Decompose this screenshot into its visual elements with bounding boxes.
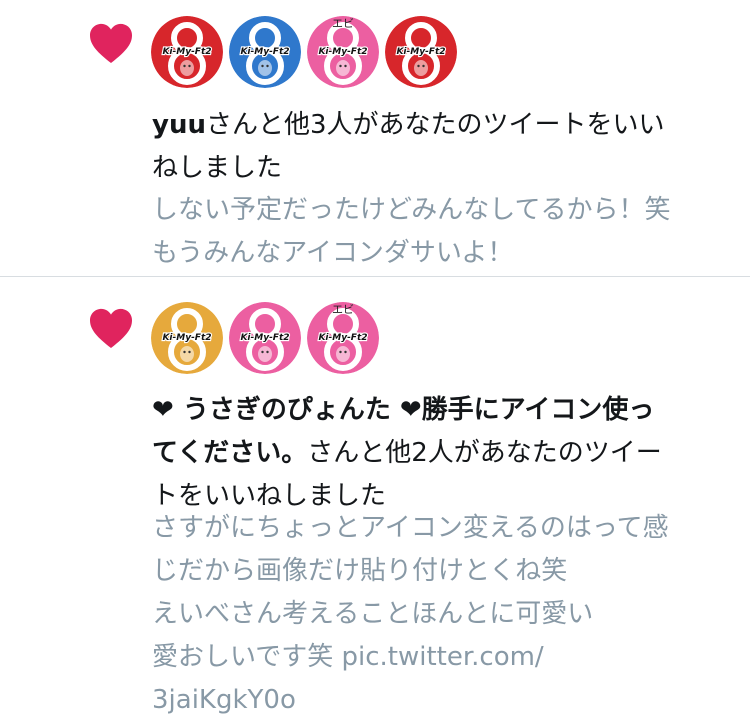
tweet-preview-line: 3jaiKgkY0o [152, 685, 296, 715]
tweet-preview[interactable]: さすがにちょっとアイコン変えるのはって感 じだから画像だけ貼り付けとくね笑 えい… [152, 507, 727, 722]
avatar-image: Ki-My-Ft2 [229, 16, 301, 88]
avatar[interactable]: Ki-My-Ft2 エビ [307, 16, 379, 88]
tweet-preview-line: 愛おしいです笑 pic.twitter.com/ [152, 642, 544, 672]
description-text: さんと他2人があなたのツイー [307, 438, 662, 468]
avatar-logo-text: Ki-My-Ft2 [318, 47, 367, 57]
avatar-overlay-text: エビ [332, 17, 354, 30]
notification-description: ❤ うさぎのぴょんた ❤勝手にアイコン使っ てください。さんと他2人があなたのツ… [152, 389, 727, 518]
avatar-logo-text: Ki-My-Ft2 [240, 47, 289, 57]
avatar[interactable]: Ki-My-Ft2 [385, 16, 457, 88]
avatar-overlay-text: エビ [332, 303, 354, 316]
tweet-preview-line: さすがにちょっとアイコン変えるのはって感 [152, 513, 669, 543]
tweet-preview-line: じだから画像だけ貼り付けとくね笑 [152, 556, 568, 586]
notification-item[interactable]: Ki-My-Ft2 Ki-My-Ft2 Ki-My-Ft2 エビ ❤ うさぎのぴょ… [0, 277, 750, 715]
avatar[interactable]: Ki-My-Ft2 [151, 16, 223, 88]
description-text: さんと他3人があなたのツイートをいい [205, 110, 665, 140]
avatar-logo-text: Ki-My-Ft2 [396, 47, 445, 57]
user-name[interactable]: てください。 [152, 438, 307, 468]
notification-item[interactable]: Ki-My-Ft2 Ki-My-Ft2 Ki-My-Ft2 エビ Ki-My-Ft… [0, 0, 750, 276]
heart-icon [90, 308, 132, 349]
user-name[interactable]: yuu [152, 110, 206, 140]
avatar[interactable]: Ki-My-Ft2 [229, 16, 301, 88]
avatar[interactable]: Ki-My-Ft2 [151, 302, 223, 374]
avatar-image: Ki-My-Ft2 [151, 302, 223, 374]
avatar-logo-text: Ki-My-Ft2 [318, 333, 367, 343]
avatar-image: Ki-My-Ft2 エビ [307, 16, 379, 88]
tweet-preview-line: えいべさん考えることほんとに可愛い [152, 599, 594, 629]
notification-description: yuuさんと他3人があなたのツイートをいい ねしました [152, 104, 727, 190]
user-name[interactable]: ❤ うさぎのぴょんた ❤勝手にアイコン使っ [152, 395, 654, 425]
avatar-logo-text: Ki-My-Ft2 [162, 47, 211, 57]
avatar-image: Ki-My-Ft2 [151, 16, 223, 88]
tweet-preview[interactable]: しない予定だったけどみんなしてるから！笑 もうみんなアイコンダサいよ！ [152, 189, 727, 275]
tweet-preview-line: しない予定だったけどみんなしてるから！笑 [152, 195, 671, 225]
avatar-logo-text: Ki-My-Ft2 [162, 333, 211, 343]
avatar-image: Ki-My-Ft2 エビ [307, 302, 379, 374]
avatar-logo-text: Ki-My-Ft2 [240, 333, 289, 343]
tweet-preview-line: もうみんなアイコンダサいよ！ [152, 238, 514, 268]
avatar-image: Ki-My-Ft2 [385, 16, 457, 88]
avatar-row: Ki-My-Ft2 Ki-My-Ft2 Ki-My-Ft2 エビ Ki-My-Ft… [151, 16, 463, 88]
avatar[interactable]: Ki-My-Ft2 エビ [307, 302, 379, 374]
avatar-image: Ki-My-Ft2 [229, 302, 301, 374]
heart-icon [90, 23, 132, 64]
avatar-row: Ki-My-Ft2 Ki-My-Ft2 Ki-My-Ft2 エビ [151, 302, 385, 374]
avatar[interactable]: Ki-My-Ft2 [229, 302, 301, 374]
description-text: ねしました [152, 153, 283, 183]
